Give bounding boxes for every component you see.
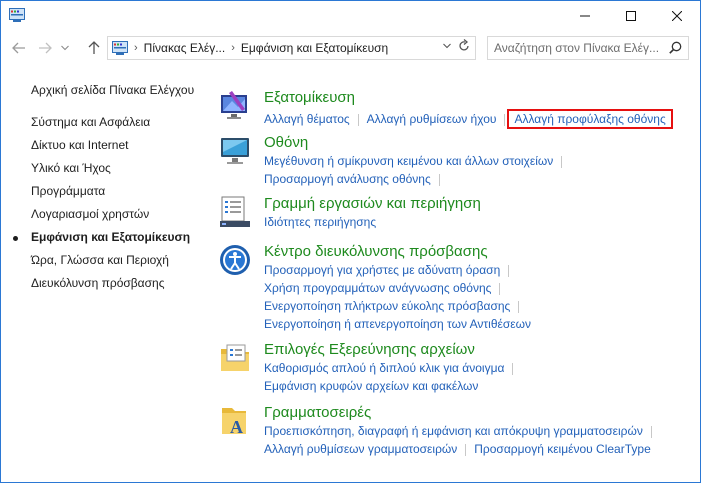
forward-button[interactable] (36, 39, 54, 57)
sidebar-item-network[interactable]: Δίκτυο και Internet (31, 138, 128, 152)
chevron-down-icon (61, 45, 69, 51)
refresh-icon[interactable] (458, 39, 470, 56)
fonts-icon: A (222, 408, 246, 437)
link-separator (508, 264, 510, 277)
address-bar[interactable]: › Πίνακας Ελέγ... › Εμφάνιση και Εξατομί… (107, 36, 476, 60)
text-size-link[interactable]: Μεγέθυνση ή σμίκρυνση κειμένου και άλλων… (264, 154, 553, 168)
sidebar-item-appearance[interactable]: Εμφάνιση και Εξατομίκευση (31, 230, 190, 244)
maximize-button[interactable] (608, 1, 654, 31)
file-explorer-options-title[interactable]: Επιλογές Εξερεύνησης αρχείων (264, 341, 475, 358)
change-screen-saver-link[interactable]: Αλλαγή προφύλαξης οθόνης (514, 112, 665, 126)
single-double-click-link[interactable]: Καθορισμός απλού ή διπλού κλικ για άνοιγ… (264, 361, 504, 375)
change-theme-link[interactable]: Αλλαγή θέματος (264, 112, 350, 126)
display-title[interactable]: Οθόνη (264, 134, 308, 151)
link-separator (561, 155, 563, 168)
taskbar-icon (220, 196, 250, 227)
link-separator (504, 113, 506, 126)
breadcrumb-control-panel[interactable]: Πίνακας Ελέγ... (144, 41, 226, 55)
ease-links-row3: Ενεργοποίηση πλήκτρων εύκολης πρόσβασης (264, 299, 527, 313)
display-links-row2: Προσαρμογή ανάλυσης οθόνης (264, 172, 448, 186)
close-icon (672, 11, 682, 21)
svg-text:A: A (230, 417, 243, 437)
breadcrumb-appearance[interactable]: Εμφάνιση και Εξατομίκευση (241, 41, 388, 55)
easy-access-keys-link[interactable]: Ενεργοποίηση πλήκτρων εύκολης πρόσβασης (264, 299, 510, 313)
link-separator (357, 113, 359, 126)
control-panel-icon (112, 41, 128, 55)
link-separator (499, 282, 501, 295)
ease-of-access-title[interactable]: Κέντρο διευκόλυνσης πρόσβασης (264, 243, 488, 260)
display-icon (221, 138, 249, 164)
address-dropdown-icon[interactable] (443, 41, 451, 51)
back-arrow-icon (12, 42, 25, 54)
control-panel-icon (9, 8, 25, 22)
breadcrumb-chevron-icon[interactable]: › (231, 42, 235, 54)
maximize-icon (626, 11, 636, 21)
display-links-row1: Μεγέθυνση ή σμίκρυνση κειμένου και άλλων… (264, 154, 570, 168)
link-separator (512, 362, 514, 375)
show-hidden-files-link[interactable]: Εμφάνιση κρυφών αρχείων και φακέλων (264, 379, 478, 393)
link-separator (518, 300, 520, 313)
breadcrumb-chevron-icon[interactable]: › (134, 42, 138, 54)
folder-options-icon (221, 344, 249, 371)
sidebar-item-programs[interactable]: Προγράμματα (31, 184, 105, 198)
highlight-box: Αλλαγή προφύλαξης οθόνης (507, 109, 673, 129)
personalization-title[interactable]: Εξατομίκευση (264, 89, 355, 106)
sidebar-item-hardware-sound[interactable]: Υλικό και Ήχος (31, 161, 111, 175)
taskbar-title[interactable]: Γραμμή εργασιών και περιήγηση (264, 195, 481, 212)
link-separator (650, 425, 652, 438)
sidebar-item-clock-region[interactable]: Ώρα, Γλώσσα και Περιοχή (31, 253, 169, 267)
font-settings-link[interactable]: Αλλαγή ρυθμίσεων γραμματοσειρών (264, 442, 457, 456)
sidebar-item-ease-of-access[interactable]: Διευκόλυνση πρόσβασης (31, 276, 164, 290)
recent-locations-button[interactable] (59, 39, 71, 57)
sidebar-item-home[interactable]: Αρχική σελίδα Πίνακα Ελέγχου (31, 83, 194, 97)
ease-links-row1: Προσαρμογή για χρήστες με αδύνατη όραση (264, 263, 517, 277)
sidebar-item-user-accounts[interactable]: Λογαριασμοί χρηστών (31, 207, 149, 221)
ease-links-row2: Χρήση προγραμμάτων ανάγνωσης οθόνης (264, 281, 508, 295)
ease-links-row4: Ενεργοποίηση ή απενεργοποίηση των Αντιθέ… (264, 317, 531, 331)
file-explorer-links-row1: Καθορισμός απλού ή διπλού κλικ για άνοιγ… (264, 361, 521, 375)
ease-of-access-icon (220, 245, 250, 275)
search-input[interactable] (494, 40, 659, 56)
fonts-links-row2: Αλλαγή ρυθμίσεων γραμματοσειρών Προσαρμογ… (264, 442, 651, 456)
personalization-icon (221, 91, 247, 119)
close-button[interactable] (654, 1, 700, 31)
minimize-icon (580, 15, 590, 17)
fonts-title[interactable]: Γραμματοσειρές (264, 404, 371, 421)
personalization-links: Αλλαγή θέματος Αλλαγή ρυθμίσεων ήχου Αλλαγ… (264, 109, 673, 129)
sidebar-item-system-security[interactable]: Σύστημα και Ασφάλεια (31, 115, 150, 129)
up-arrow-icon (88, 41, 100, 54)
taskbar-links: Ιδιότητες περιήγησης (264, 215, 376, 229)
link-separator (438, 173, 440, 186)
navigation-properties-link[interactable]: Ιδιότητες περιήγησης (264, 215, 376, 229)
back-button[interactable] (10, 39, 28, 57)
change-sound-settings-link[interactable]: Αλλαγή ρυθμίσεων ήχου (367, 112, 497, 126)
low-vision-link[interactable]: Προσαρμογή για χρήστες με αδύνατη όραση (264, 263, 500, 277)
high-contrast-link[interactable]: Ενεργοποίηση ή απενεργοποίηση των Αντιθέ… (264, 317, 531, 331)
minimize-button[interactable] (562, 1, 608, 31)
active-bullet (13, 236, 18, 241)
search-icon[interactable] (669, 41, 682, 54)
preview-delete-fonts-link[interactable]: Προεπισκόπηση, διαγραφή ή εμφάνιση και α… (264, 424, 643, 438)
up-button[interactable] (85, 39, 103, 57)
navigation-bar: › Πίνακας Ελέγ... › Εμφάνιση και Εξατομί… (1, 31, 700, 65)
control-panel-window: › Πίνακας Ελέγ... › Εμφάνιση και Εξατομί… (0, 0, 701, 483)
screen-reader-link[interactable]: Χρήση προγραμμάτων ανάγνωσης οθόνης (264, 281, 491, 295)
fonts-links-row1: Προεπισκόπηση, διαγραφή ή εμφάνιση και α… (264, 424, 660, 438)
screen-resolution-link[interactable]: Προσαρμογή ανάλυσης οθόνης (264, 172, 431, 186)
forward-arrow-icon (39, 42, 52, 54)
title-bar (1, 1, 700, 31)
cleartype-link[interactable]: Προσαρμογή κειμένου ClearType (474, 442, 650, 456)
file-explorer-links-row2: Εμφάνιση κρυφών αρχείων και φακέλων (264, 379, 478, 393)
link-separator (465, 443, 467, 456)
search-box[interactable] (487, 36, 689, 60)
